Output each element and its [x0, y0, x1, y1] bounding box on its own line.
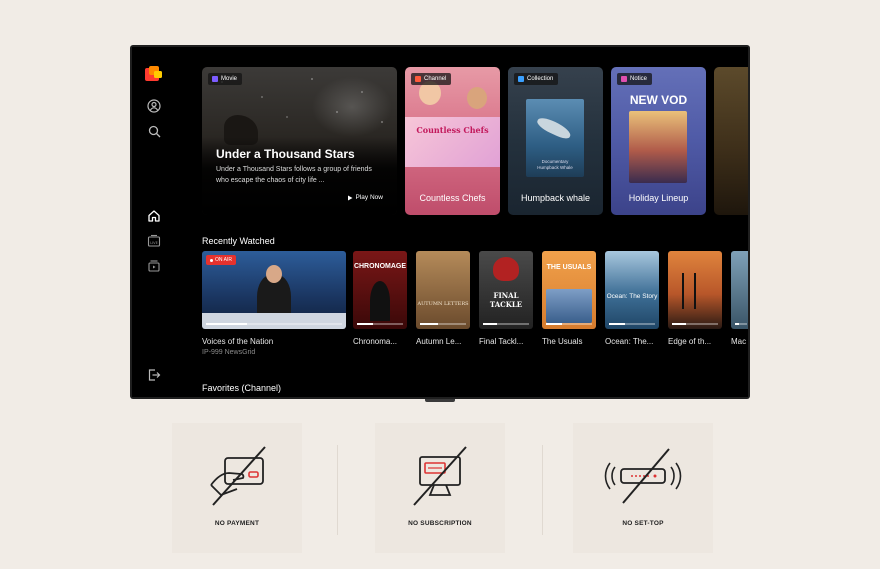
section-title-recently-watched: Recently Watched	[202, 236, 275, 246]
recent-tile-title: Mac	[731, 337, 747, 346]
sidebar: LIVE	[132, 47, 176, 397]
notice-icon	[621, 76, 627, 82]
play-icon	[347, 195, 353, 200]
recent-tile-title: Autumn Le...	[416, 337, 462, 346]
hero-card-notice[interactable]: NEW VOD Notice Holiday Lineup	[611, 67, 706, 215]
card-payment-icon	[210, 446, 266, 506]
recent-tile-title: Ocean: The...	[605, 337, 654, 346]
collection-icon	[518, 76, 524, 82]
set-top-box-icon	[604, 448, 682, 504]
recent-tile-title: Edge of th...	[668, 337, 712, 346]
recent-tile-poster[interactable]: FINAL TACKLE	[479, 251, 533, 329]
feature-label: NO SUBSCRIPTION	[408, 520, 472, 527]
camera-tripod-image	[682, 273, 696, 309]
recent-tile-news[interactable]: ON AIR	[202, 251, 346, 329]
feature-no-set-top: NO SET-TOP	[573, 423, 713, 553]
news-desk	[202, 313, 346, 329]
exit-icon[interactable]	[146, 367, 162, 383]
recent-tile-poster[interactable]: AUTUMN LETTERS	[416, 251, 470, 329]
recent-tile-title: Final Tackl...	[479, 337, 524, 346]
recent-tile-poster[interactable]	[731, 251, 748, 329]
badge-notice: Notice	[617, 73, 653, 85]
progress-bar	[357, 323, 403, 325]
feature-no-subscription: NO SUBSCRIPTION	[375, 423, 505, 553]
home-icon[interactable]	[146, 208, 162, 224]
svg-text:LIVE: LIVE	[150, 241, 158, 245]
divider	[337, 445, 338, 535]
progress-bar	[609, 323, 655, 325]
hero-description: Under a Thousand Stars follows a group o…	[216, 166, 372, 184]
search-icon[interactable]	[146, 123, 162, 139]
divider	[542, 445, 543, 535]
hero-caption: Holiday Lineup	[628, 193, 689, 203]
progress-bar	[206, 323, 342, 325]
profile-icon[interactable]	[146, 98, 162, 114]
hero-card-channel[interactable]: Countless Chefs Channel Countless Chefs	[405, 67, 500, 215]
progress-bar	[420, 323, 466, 325]
recent-tile-channel: IP-999 NewsGrid	[202, 349, 256, 356]
recent-tile-title: The Usuals	[542, 337, 583, 346]
feature-label: NO PAYMENT	[214, 520, 260, 527]
recent-tile-title: Voices of the Nation	[202, 337, 274, 346]
tv-stand	[425, 399, 455, 402]
badge-channel: Channel	[411, 73, 452, 85]
helmet-image	[493, 257, 519, 281]
hero-caption: Humpback whale	[520, 193, 591, 203]
hero-title: Under a Thousand Stars	[216, 147, 355, 161]
hero-card-collection[interactable]: Documentary Humpback Whale Collection Hu…	[508, 67, 603, 215]
library-icon[interactable]	[146, 258, 162, 274]
badge-movie: Movie	[208, 73, 243, 85]
play-now-button[interactable]: Play Now	[347, 194, 383, 201]
section-title-favorites: Favorites (Channel)	[202, 383, 282, 393]
recent-tile-poster[interactable]: THE USUALS	[542, 251, 596, 329]
monitor-subscription-icon	[413, 446, 467, 506]
progress-bar	[735, 323, 747, 325]
notice-headline: NEW VOD	[629, 93, 688, 107]
tv-frame: LIVE Movie Under a Thousand Stars Under …	[130, 45, 750, 399]
notice-poster	[629, 111, 687, 183]
feature-label: NO SET-TOP	[622, 520, 664, 527]
recent-tile-title: Chronoma...	[353, 337, 398, 346]
live-tv-icon[interactable]: LIVE	[146, 233, 162, 249]
on-air-badge: ON AIR	[206, 255, 236, 265]
badge-collection: Collection	[514, 73, 559, 85]
tv-screen: LIVE Movie Under a Thousand Stars Under …	[132, 47, 748, 397]
channel-poster-title: Countless Chefs	[416, 125, 489, 135]
recent-tile-poster[interactable]	[668, 251, 722, 329]
hero-card-partial[interactable]	[714, 67, 748, 215]
movie-icon	[212, 76, 218, 82]
hero-card-movie[interactable]: Movie Under a Thousand Stars Under a Tho…	[202, 67, 397, 215]
hero-caption: Countless Chefs	[419, 193, 486, 203]
collection-poster-subtitle: Documentary Humpback Whale	[537, 159, 573, 170]
recent-tile-poster[interactable]: CHRONOMAGE	[353, 251, 407, 329]
recent-tile-poster[interactable]: Ocean: The Story	[605, 251, 659, 329]
channel-icon	[415, 76, 421, 82]
progress-bar	[546, 323, 592, 325]
app-logo-icon[interactable]	[145, 66, 163, 82]
progress-bar	[672, 323, 718, 325]
feature-no-payment: NO PAYMENT	[172, 423, 302, 553]
progress-bar	[483, 323, 529, 325]
